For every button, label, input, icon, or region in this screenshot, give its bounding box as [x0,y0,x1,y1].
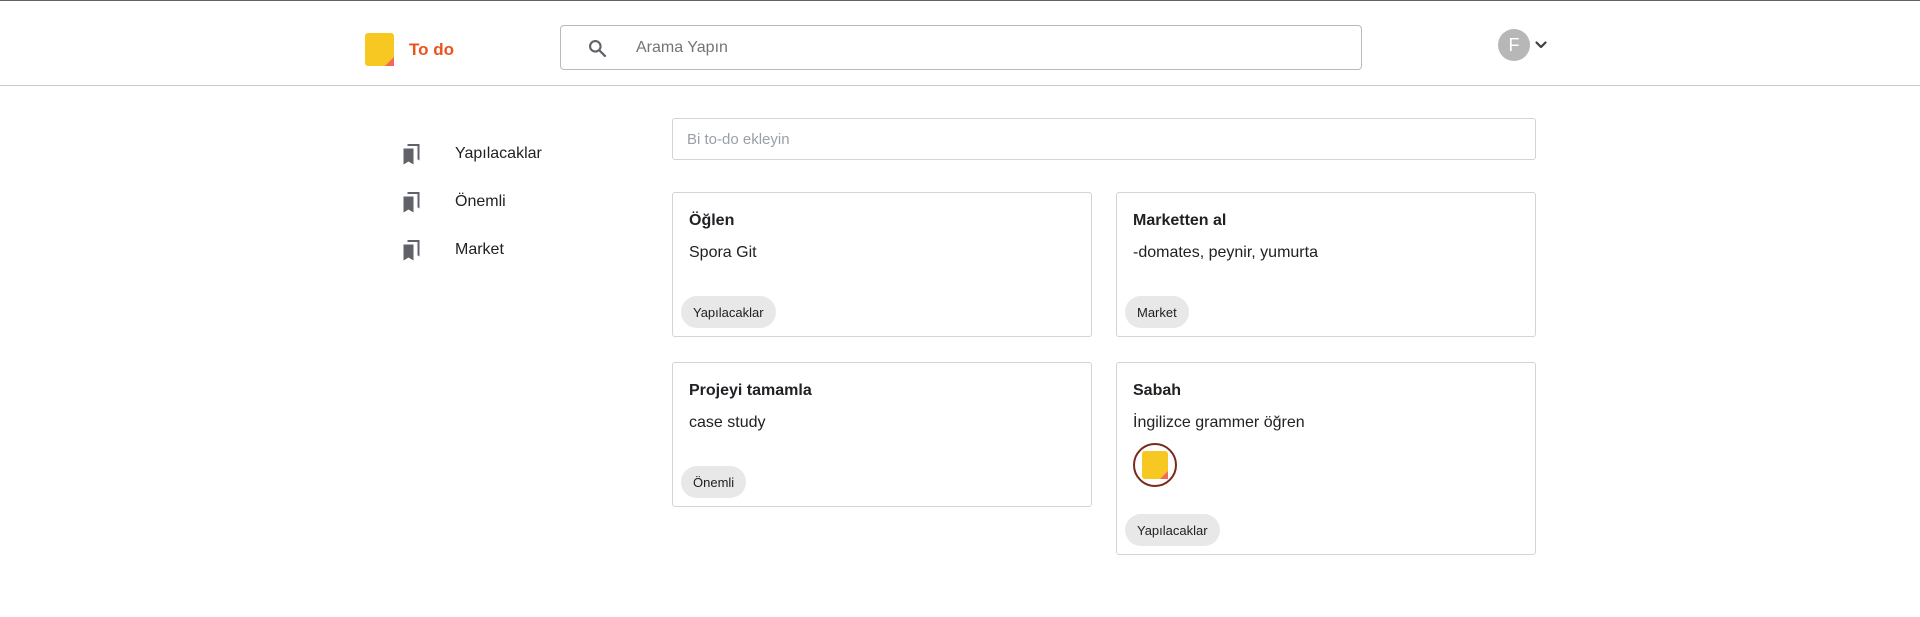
app-name: To do [409,39,454,59]
sticky-note-icon [1142,451,1168,479]
todo-body: İngilizce grammer öğren [1133,414,1305,431]
bookmarks-icon [403,240,420,261]
todo-card[interactable]: Öğlen Spora Git Yapılacaklar [672,192,1092,337]
todo-title: Öğlen [689,212,735,229]
account-menu[interactable]: F [1498,29,1548,61]
sidebar-item-label: Önemli [455,193,506,210]
todo-image-avatar [1133,443,1177,487]
chevron-down-icon[interactable] [1534,38,1548,52]
todo-card[interactable]: Sabah İngilizce grammer öğren Yapılacakl… [1116,362,1536,555]
todo-body: case study [689,414,766,431]
todo-tag-chip[interactable]: Önemli [681,466,747,498]
sidebar-item-market[interactable]: Market [400,226,542,274]
sidebar-item-label: Market [455,241,504,258]
bookmarks-icon [403,144,420,165]
sidebar-item-yapilacaklar[interactable]: Yapılacaklar [400,130,542,178]
todo-title: Projeyi tamamla [689,382,812,399]
search-icon[interactable] [587,38,608,59]
todo-tag-chip[interactable]: Market [1125,296,1189,328]
todo-title: Sabah [1133,382,1182,399]
app-header: To do F [0,1,1920,86]
search-bar[interactable] [560,25,1362,70]
search-input[interactable] [636,27,1336,68]
sidebar-item-onemli[interactable]: Önemli [400,178,542,226]
add-todo-input[interactable] [672,118,1536,160]
todo-body: -domates, peynir, yumurta [1133,244,1318,261]
sidebar: Yapılacaklar Önemli Market [400,130,542,274]
sidebar-item-label: Yapılacaklar [455,145,542,162]
todo-body: Spora Git [689,244,757,261]
bookmarks-icon [403,192,420,213]
todo-card[interactable]: Marketten al -domates, peynir, yumurta M… [1116,192,1536,337]
todo-card[interactable]: Projeyi tamamla case study Önemli [672,362,1092,507]
todo-tag-chip[interactable]: Yapılacaklar [681,296,776,328]
avatar[interactable]: F [1498,29,1530,61]
todo-title: Marketten al [1133,212,1227,229]
app-logo[interactable]: To do [365,33,454,66]
sticky-note-icon [365,33,394,66]
todo-tag-chip[interactable]: Yapılacaklar [1125,514,1220,546]
